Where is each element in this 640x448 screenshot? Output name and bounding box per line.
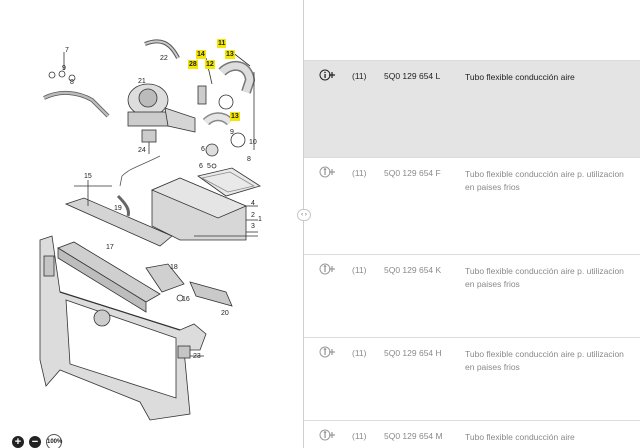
callout-28[interactable]: 28	[188, 60, 198, 69]
info-add-icon[interactable]	[319, 429, 336, 441]
parts-diagram[interactable]: 7 9 8 22 11 14 13 28 12 21 13 10 9 6 8 2…	[0, 0, 302, 448]
callout-9b[interactable]: 9	[230, 128, 234, 137]
part-number: 5Q0 129 654 L	[384, 71, 441, 81]
callout-9[interactable]: 9	[62, 64, 66, 73]
callout-8b[interactable]: 8	[247, 155, 251, 164]
part-row[interactable]: (11) 5Q0 129 654 L Tubo flexible conducc…	[304, 61, 640, 158]
part-quantity: (11)	[352, 168, 367, 178]
callout-12[interactable]: 12	[205, 60, 215, 69]
parts-list: (11) 5Q0 129 654 L Tubo flexible conducc…	[304, 0, 640, 448]
callout-13b[interactable]: 13	[230, 112, 240, 121]
parts-list-header	[304, 0, 640, 61]
part-description: Tubo flexible conducción aire	[465, 432, 575, 442]
callout-20[interactable]: 20	[221, 309, 229, 318]
part-description: Tubo flexible conducción aire p. utiliza…	[465, 349, 624, 372]
part-quantity: (11)	[352, 265, 367, 275]
callout-8[interactable]: 8	[70, 78, 74, 87]
part-quantity: (11)	[352, 431, 367, 441]
part-quantity: (11)	[352, 348, 367, 358]
callout-14[interactable]: 14	[196, 50, 206, 59]
part-number: 5Q0 129 654 H	[384, 348, 442, 358]
zoom-controls: + − 100%	[12, 434, 62, 448]
part-row[interactable]: (11) 5Q0 129 654 F Tubo flexible conducc…	[304, 158, 640, 255]
part-row[interactable]: (11) 5Q0 129 654 M Tubo flexible conducc…	[304, 421, 640, 448]
part-quantity: (11)	[352, 71, 367, 81]
callout-15[interactable]: 15	[84, 172, 92, 181]
part-description: Tubo flexible conducción aire p. utiliza…	[465, 266, 624, 289]
callout-11[interactable]: 11	[217, 39, 227, 48]
info-add-icon[interactable]	[319, 166, 336, 178]
part-description: Tubo flexible conducción aire	[465, 72, 575, 82]
part-description: Tubo flexible conducción aire p. utiliza…	[465, 169, 624, 192]
info-add-icon[interactable]	[319, 346, 336, 358]
info-add-icon[interactable]	[319, 69, 336, 81]
zoom-out-button[interactable]: −	[29, 436, 41, 448]
callout-24[interactable]: 24	[138, 146, 146, 155]
callout-21[interactable]: 21	[138, 77, 146, 86]
callout-7[interactable]: 7	[65, 46, 69, 55]
info-add-icon[interactable]	[319, 263, 336, 275]
callout-2[interactable]: 2	[251, 211, 255, 220]
callout-1[interactable]: 1	[258, 215, 262, 224]
callout-5[interactable]: 5	[207, 162, 211, 171]
callout-6[interactable]: 6	[201, 145, 205, 154]
callout-3[interactable]: 3	[251, 222, 255, 231]
part-number: 5Q0 129 654 K	[384, 265, 442, 275]
callout-16[interactable]: 16	[182, 295, 190, 304]
zoom-in-button[interactable]: +	[12, 436, 24, 448]
callout-18[interactable]: 18	[170, 263, 178, 272]
zoom-reset-button[interactable]: 100%	[46, 434, 62, 448]
part-row[interactable]: (11) 5Q0 129 654 K Tubo flexible conducc…	[304, 255, 640, 338]
part-row[interactable]: (11) 5Q0 129 654 H Tubo flexible conducc…	[304, 338, 640, 421]
part-number: 5Q0 129 654 M	[384, 431, 443, 441]
diagram-drawing	[39, 39, 261, 421]
callout-23[interactable]: 23	[193, 352, 201, 361]
callout-6b[interactable]: 6	[199, 162, 203, 171]
callout-13[interactable]: 13	[225, 50, 235, 59]
callout-22[interactable]: 22	[160, 54, 168, 63]
callout-10[interactable]: 10	[249, 138, 257, 147]
callout-19[interactable]: 19	[114, 204, 122, 213]
callout-4[interactable]: 4	[251, 199, 255, 208]
callout-17[interactable]: 17	[106, 243, 114, 252]
part-number: 5Q0 129 654 F	[384, 168, 441, 178]
